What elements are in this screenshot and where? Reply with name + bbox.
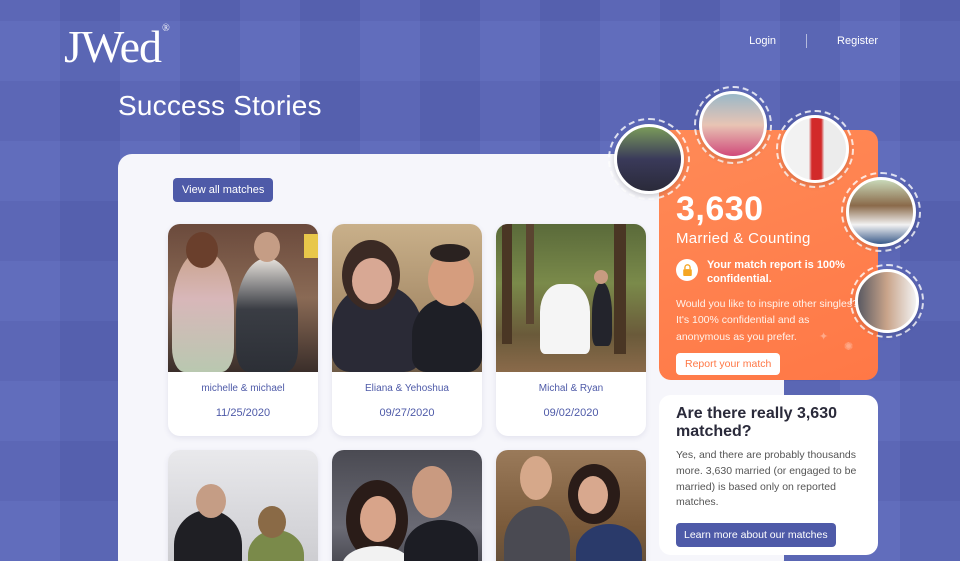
learn-more-button[interactable]: Learn more about our matches — [676, 523, 836, 548]
info-card: Are there really 3,630 matched? Yes, and… — [659, 395, 878, 555]
trademark-symbol: ® — [162, 23, 170, 34]
nav-divider — [806, 34, 808, 48]
couple-bubble-photo — [855, 269, 919, 333]
couple-bubble-photo — [614, 124, 684, 194]
story-card[interactable] — [496, 450, 646, 561]
match-date: 09/27/2020 — [379, 407, 435, 419]
couple-photo — [332, 450, 482, 561]
lock-icon — [676, 259, 698, 281]
info-body: Yes, and there are probably thousands mo… — [676, 449, 857, 509]
married-counting-label: Married & Counting — [676, 230, 811, 247]
story-card[interactable]: Michal & Ryan 09/02/2020 — [496, 224, 646, 436]
confidential-text: Your match report is 100% confidential. — [707, 259, 845, 286]
view-all-matches-button[interactable]: View all matches — [173, 178, 274, 202]
logo-text: JWed — [64, 21, 162, 72]
couple-photo — [168, 224, 318, 372]
register-link[interactable]: Register — [837, 35, 878, 47]
couple-photo — [168, 450, 318, 561]
couple-photo — [496, 450, 646, 561]
match-date: 11/25/2020 — [215, 407, 271, 419]
match-date: 09/02/2020 — [543, 407, 599, 419]
stats-description: Would you like to inspire other singles?… — [676, 298, 858, 343]
report-your-match-button[interactable]: Report your match — [676, 353, 781, 375]
jwed-logo[interactable]: JWed® — [64, 21, 170, 72]
top-nav: Login Register — [749, 34, 878, 48]
couple-names: Eliana & Yehoshua — [365, 383, 449, 394]
couple-bubble-photo — [846, 177, 916, 247]
wedding-forest-photo — [496, 224, 646, 372]
couple-bubble-photo — [699, 91, 767, 159]
confidential-notice: Your match report is 100% confidential. — [676, 258, 857, 287]
info-title: Are there really 3,630 matched? — [676, 405, 837, 440]
story-card[interactable]: Eliana & Yehoshua 09/27/2020 — [332, 224, 482, 436]
couple-selfie — [332, 224, 482, 372]
story-card[interactable]: michelle & michael 11/25/2020 — [168, 224, 318, 436]
couple-names: Michal & Ryan — [538, 383, 604, 394]
story-card[interactable] — [168, 450, 318, 561]
couple-names: michelle & michael — [201, 383, 285, 394]
married-count: 3,630 — [676, 190, 764, 228]
story-card[interactable] — [332, 450, 482, 561]
page-title: Success Stories — [118, 90, 322, 121]
login-link[interactable]: Login — [749, 35, 776, 47]
couple-bubble-photo — [781, 115, 849, 183]
